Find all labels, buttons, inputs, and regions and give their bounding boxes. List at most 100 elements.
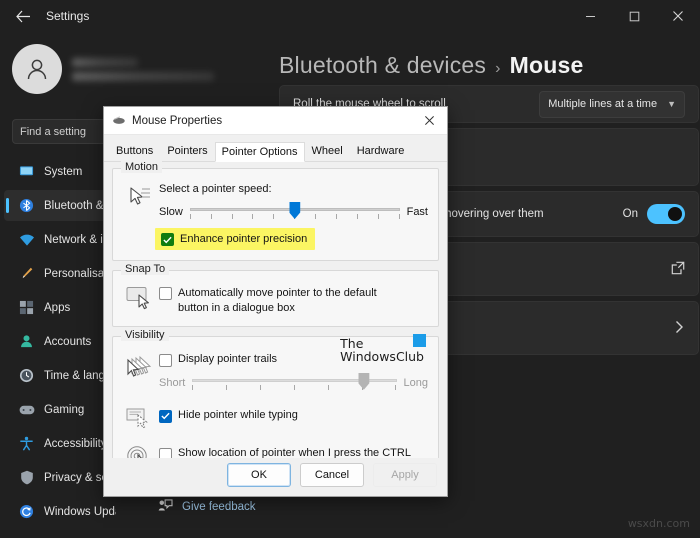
auto-move-pointer-label: Automatically move pointer to the defaul… xyxy=(178,287,377,314)
close-icon xyxy=(424,116,434,125)
sidebar-item-label: System xyxy=(44,165,83,178)
dialog-body: Motion Select a pointer speed: Slow Fast… xyxy=(104,161,447,492)
person-avatar-icon xyxy=(27,59,47,80)
close-icon xyxy=(673,11,683,21)
close-button[interactable] xyxy=(656,0,700,32)
sidebar-item-gaming[interactable]: Gaming xyxy=(4,394,116,425)
settings-app-window: Settings Find a setting System Bluetooth… xyxy=(0,0,700,538)
pointer-trails-illustration-icon xyxy=(127,355,152,377)
trails-length-slider[interactable] xyxy=(192,372,397,393)
snap-to-option-row: Automatically move pointer to the defaul… xyxy=(159,286,428,316)
hide-pointer-typing-illustration-icon xyxy=(126,408,148,429)
search-input[interactable]: Find a setting xyxy=(12,119,112,144)
dialog-close-button[interactable] xyxy=(411,107,447,134)
toggle-knob xyxy=(668,207,682,221)
sidebar-nav: System Bluetooth & devices Network & int… xyxy=(4,156,116,528)
apps-icon xyxy=(18,299,35,316)
hide-typing-row: Hide pointer while typing xyxy=(159,409,428,423)
display-pointer-trails-checkbox[interactable] xyxy=(159,353,172,367)
tab-hardware[interactable]: Hardware xyxy=(350,141,412,161)
sidebar-item-accounts[interactable]: Accounts xyxy=(4,326,116,357)
mouse-properties-dialog[interactable]: Mouse Properties Buttons Pointers Pointe… xyxy=(103,106,448,497)
enhance-pointer-precision-label: Enhance pointer precision xyxy=(180,233,308,245)
trails-min-label: Short xyxy=(159,376,186,389)
time-language-icon xyxy=(18,367,35,384)
window-controls xyxy=(568,0,700,32)
search-placeholder-text: Find a setting xyxy=(20,125,87,138)
hide-pointer-typing-label: Hide pointer while typing xyxy=(178,408,298,421)
window-title-bar: Settings xyxy=(0,0,700,32)
tab-buttons[interactable]: Buttons xyxy=(109,141,160,161)
hide-pointer-typing-checkbox[interactable] xyxy=(159,409,172,423)
minimize-button[interactable] xyxy=(568,0,612,32)
window-title: Settings xyxy=(46,9,90,23)
trails-max-label: Long xyxy=(403,376,428,389)
sidebar-item-bluetooth-devices[interactable]: Bluetooth & devices xyxy=(4,190,116,221)
accounts-icon xyxy=(18,333,35,350)
chevron-right-icon[interactable] xyxy=(673,320,685,337)
maximize-button[interactable] xyxy=(612,0,656,32)
windowsclub-logo-icon xyxy=(413,333,426,347)
scroll-mode-dropdown[interactable]: Multiple lines at a time ▼ xyxy=(539,90,685,118)
sidebar-item-label: Apps xyxy=(44,301,71,314)
minimize-icon xyxy=(585,15,595,17)
privacy-security-icon xyxy=(18,469,35,486)
give-feedback-link[interactable]: Give feedback xyxy=(158,499,256,515)
personalisation-icon xyxy=(18,265,35,282)
breadcrumb: Bluetooth & devices › Mouse xyxy=(279,52,583,79)
group-title-motion: Motion xyxy=(121,161,163,173)
cancel-button[interactable]: Cancel xyxy=(300,463,364,487)
checkmark-icon xyxy=(161,412,170,420)
sidebar-item-privacy-security[interactable]: Privacy & security xyxy=(4,462,116,493)
scroll-inactive-toggle[interactable] xyxy=(647,204,685,224)
sidebar-item-time-language[interactable]: Time & language xyxy=(4,360,116,391)
tab-pointer-options[interactable]: Pointer Options xyxy=(214,142,305,162)
slider-max-label: Fast xyxy=(406,206,428,218)
snap-to-illustration-icon xyxy=(126,287,149,310)
sidebar-item-network-internet[interactable]: Network & internet xyxy=(4,224,116,255)
hide-typing-preview xyxy=(123,405,159,431)
group-title-visibility: Visibility xyxy=(121,328,169,341)
open-external-icon[interactable] xyxy=(671,261,685,278)
tab-wheel[interactable]: Wheel xyxy=(305,141,350,161)
scroll-mode-value: Multiple lines at a time xyxy=(548,98,658,110)
mouse-icon xyxy=(112,115,126,126)
snap-to-preview xyxy=(123,284,159,310)
sidebar-item-personalisation[interactable]: Personalisation xyxy=(4,258,116,289)
windows-update-icon xyxy=(18,503,35,520)
ok-button[interactable]: OK xyxy=(227,463,291,487)
sidebar-item-accessibility[interactable]: Accessibility xyxy=(4,428,116,459)
chevron-down-icon: ▼ xyxy=(667,99,676,109)
blog-watermark-line2: WindowsClub xyxy=(340,348,424,364)
apply-button[interactable]: Apply xyxy=(373,463,437,487)
dialog-tabs: Buttons Pointers Pointer Options Wheel H… xyxy=(104,135,447,162)
avatar xyxy=(12,44,62,94)
breadcrumb-separator-icon: › xyxy=(495,60,501,77)
motion-preview xyxy=(123,183,159,211)
maximize-icon xyxy=(629,11,639,21)
group-snap-to: Snap To Automatically move pointer to th… xyxy=(112,263,439,327)
sidebar-item-apps[interactable]: Apps xyxy=(4,292,116,323)
sidebar-item-label: Accessibility xyxy=(44,437,107,450)
checkmark-icon xyxy=(163,236,172,243)
trails-preview xyxy=(123,353,159,381)
back-arrow-icon xyxy=(15,10,30,22)
breadcrumb-parent[interactable]: Bluetooth & devices xyxy=(279,52,486,79)
enhance-pointer-precision-checkbox[interactable] xyxy=(161,233,174,246)
sidebar-item-label: Accounts xyxy=(44,335,92,348)
system-icon xyxy=(18,163,35,180)
network-icon xyxy=(18,231,35,248)
auto-move-pointer-checkbox[interactable] xyxy=(159,287,172,300)
pointer-speed-slider[interactable] xyxy=(189,202,400,222)
tab-pointers[interactable]: Pointers xyxy=(160,141,214,161)
sidebar-item-system[interactable]: System xyxy=(4,156,116,187)
slider-min-label: Slow xyxy=(159,206,183,218)
sidebar-item-windows-update[interactable]: Windows Update xyxy=(4,496,116,527)
pointer-speed-control: Slow Fast xyxy=(159,202,428,222)
back-button[interactable] xyxy=(6,2,40,30)
display-pointer-trails-label: Display pointer trails xyxy=(178,352,278,365)
blog-watermark: The WindowsClub xyxy=(340,333,426,364)
gaming-icon xyxy=(18,401,35,418)
sidebar-item-label: Gaming xyxy=(44,403,85,416)
page-title: Mouse xyxy=(509,52,584,78)
